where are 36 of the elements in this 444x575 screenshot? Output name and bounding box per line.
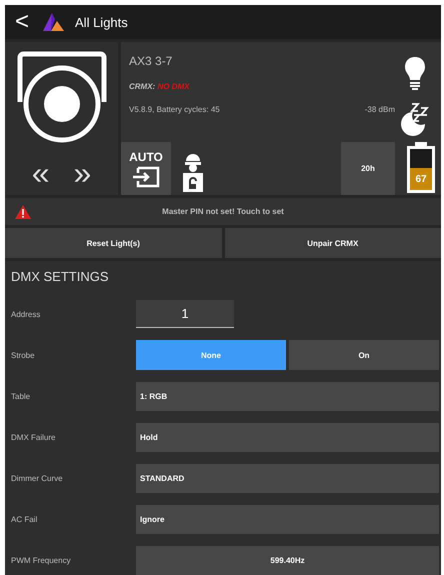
input-field[interactable]: 1 (136, 300, 234, 328)
setting-label: AC Fail (11, 514, 38, 524)
device-name: AX3 3-7 (129, 54, 174, 68)
previous-button[interactable]: « (28, 156, 54, 190)
setting-label: PWM Frequency (11, 556, 72, 564)
lock-person-icon[interactable] (181, 153, 205, 194)
warning-icon (15, 204, 31, 219)
crmx-status: CRMX: NO DMX (129, 82, 191, 92)
value-selector[interactable]: Ignore (136, 504, 439, 534)
section-title: DMX SETTINGS (11, 269, 110, 284)
next-button[interactable]: » (70, 156, 96, 190)
logo-icon (43, 12, 66, 32)
value-selector[interactable]: 599.40Hz (136, 546, 439, 574)
input-icon (132, 166, 160, 188)
warning-message: Master PIN not set! Touch to set (161, 207, 285, 216)
runtime-tile: 20h (341, 142, 395, 196)
signal-strength: -38 dBm (364, 105, 395, 114)
setting-label: Strobe (11, 350, 36, 360)
setting-label: Address (11, 310, 42, 318)
page-title: All Lights (75, 14, 128, 30)
setting-label: Dimmer Curve (11, 474, 64, 482)
option-button[interactable]: On (289, 340, 439, 370)
light-bulb-icon[interactable] (404, 56, 426, 90)
value-selector[interactable]: Hold (136, 422, 439, 452)
action-button[interactable]: Unpair CRMX (224, 228, 441, 258)
setting-label: Table (11, 392, 32, 400)
back-button[interactable]: < (11, 7, 34, 38)
value-selector[interactable]: 1: RGB (136, 382, 439, 410)
setting-label: DMX Failure (11, 432, 56, 442)
battery-percent: 67 (414, 174, 428, 186)
value-selector[interactable]: STANDARD (136, 464, 439, 492)
action-button[interactable]: Reset Light(s) (5, 228, 222, 258)
warning-bar[interactable]: Master PIN not set! Touch to set (5, 198, 441, 225)
auto-input-button[interactable]: AUTO (121, 142, 171, 196)
firmware-info: V5.8.9, Battery cycles: 45 (129, 105, 220, 114)
sleep-icon[interactable] (398, 102, 432, 138)
